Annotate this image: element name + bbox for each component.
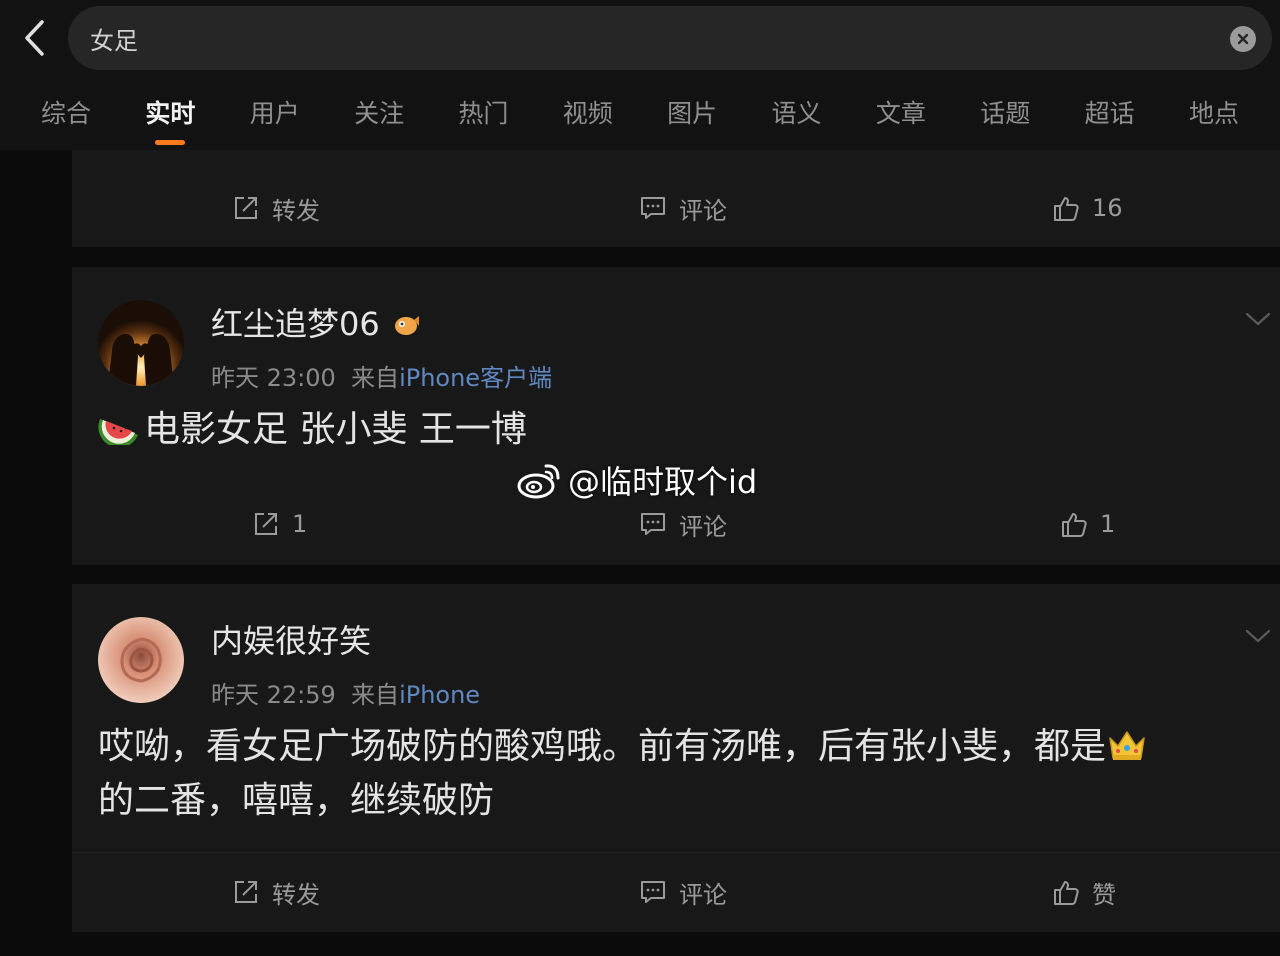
like-label: 赞 — [1092, 880, 1116, 909]
repost-label: 转发 — [272, 196, 320, 225]
post-meta: 昨天 22:59 来自iPhone — [211, 675, 480, 710]
tab-images[interactable]: 图片 — [640, 92, 744, 148]
like-count: 16 — [1092, 194, 1123, 222]
watermark: @临时取个id — [516, 458, 757, 502]
tab-comprehensive[interactable]: 综合 — [14, 92, 118, 148]
post-actions: 转发 评论 16 — [72, 178, 1280, 238]
tab-following[interactable]: 关注 — [327, 92, 431, 148]
comment-button[interactable]: 评论 — [639, 862, 727, 922]
repost-count: 1 — [292, 510, 308, 538]
post-text-line: 的二番，嘻嘻，继续破防 — [98, 780, 495, 821]
repost-icon — [252, 510, 280, 538]
watermark-text: @临时取个id — [568, 463, 758, 501]
top-bar: 综合 实时 用户 关注 热门 视频 图片 语义 文章 话题 超话 地点 — [0, 0, 1280, 150]
like-button[interactable]: 赞 — [1052, 862, 1116, 922]
post-text-line: 哎呦，看女足广场破防的酸鸡哦。前有汤唯，后有张小斐，都是 — [98, 722, 1278, 776]
tab-realtime[interactable]: 实时 — [118, 92, 222, 148]
crown-icon — [1106, 726, 1148, 776]
thumbs-up-icon — [1052, 878, 1080, 906]
post-text: 哎呦，看女足广场破防的酸鸡哦。前有汤唯，后有张小斐，都是 的二番，嘻嘻，继续破防 — [98, 722, 1278, 826]
comment-button[interactable]: 评论 — [639, 494, 727, 554]
comment-label: 评论 — [679, 880, 727, 909]
repost-button[interactable]: 1 — [252, 494, 307, 554]
tab-video[interactable]: 视频 — [536, 92, 640, 148]
tab-super-topics[interactable]: 超话 — [1058, 92, 1162, 148]
tab-topics[interactable]: 话题 — [953, 92, 1057, 148]
from-label: 来自 — [351, 364, 400, 392]
avatar[interactable] — [98, 617, 184, 703]
post-text-content: 电影女足 张小斐 王一博 — [144, 409, 527, 450]
search-tabs: 综合 实时 用户 关注 热门 视频 图片 语义 文章 话题 超话 地点 — [14, 92, 1266, 148]
post-text-content: 哎呦，看女足广场破防的酸鸡哦。前有汤唯，后有张小斐，都是 — [98, 726, 1107, 767]
watermelon-icon — [98, 409, 140, 459]
chevron-down-icon[interactable] — [1244, 309, 1272, 329]
comment-icon — [639, 194, 667, 222]
thumbs-up-icon — [1052, 194, 1080, 222]
from-label: 来自 — [351, 681, 400, 709]
username[interactable]: 红尘追梦06 — [211, 299, 420, 345]
like-count: 1 — [1100, 510, 1116, 538]
repost-button[interactable]: 转发 — [232, 178, 320, 238]
post-card: 红尘追梦06 昨天 23:00 来自iPhone客户端 电影女足 张小斐 王一博… — [72, 267, 1280, 565]
back-button[interactable] — [14, 16, 54, 60]
repost-icon — [232, 194, 260, 222]
chevron-left-icon — [25, 20, 44, 56]
post-actions: 1 评论 1 — [72, 494, 1280, 554]
post-source[interactable]: iPhone客户端 — [399, 364, 552, 392]
divider — [72, 852, 1280, 853]
username[interactable]: 内娱很好笑 — [211, 616, 371, 662]
search-input[interactable] — [90, 6, 1190, 70]
weibo-logo-icon — [517, 464, 560, 499]
repost-label: 转发 — [272, 880, 320, 909]
comment-label: 评论 — [679, 196, 727, 225]
tab-places[interactable]: 地点 — [1162, 92, 1266, 148]
repost-icon — [232, 878, 260, 906]
comment-button[interactable]: 评论 — [639, 178, 727, 238]
post-time: 昨天 22:59 — [211, 681, 336, 709]
vip-badge-icon — [392, 307, 420, 345]
post-meta: 昨天 23:00 来自iPhone客户端 — [211, 358, 552, 393]
post-text: 电影女足 张小斐 王一博 — [98, 405, 527, 459]
post-actions: 转发 评论 赞 — [72, 862, 1280, 922]
post-source[interactable]: iPhone — [399, 681, 480, 709]
tab-users[interactable]: 用户 — [223, 92, 327, 148]
avatar[interactable] — [98, 300, 184, 386]
tab-hot[interactable]: 热门 — [431, 92, 535, 148]
username-text: 红尘追梦06 — [211, 305, 380, 343]
post-time: 昨天 23:00 — [211, 364, 336, 392]
comment-icon — [639, 510, 667, 538]
chevron-down-icon[interactable] — [1244, 626, 1272, 646]
post-card: 转发 评论 16 — [72, 150, 1280, 247]
comment-label: 评论 — [679, 512, 727, 541]
repost-button[interactable]: 转发 — [232, 862, 320, 922]
like-button[interactable]: 1 — [1060, 494, 1115, 554]
close-icon — [1237, 33, 1249, 45]
tab-articles[interactable]: 文章 — [849, 92, 953, 148]
thumbs-up-icon — [1060, 510, 1088, 538]
tab-semantic[interactable]: 语义 — [745, 92, 849, 148]
post-card: 内娱很好笑 昨天 22:59 来自iPhone 哎呦，看女足广场破防的酸鸡哦。前… — [72, 584, 1280, 932]
clear-search-button[interactable] — [1230, 26, 1256, 52]
search-bar — [68, 6, 1272, 70]
like-button[interactable]: 16 — [1052, 178, 1123, 238]
comment-icon — [639, 878, 667, 906]
